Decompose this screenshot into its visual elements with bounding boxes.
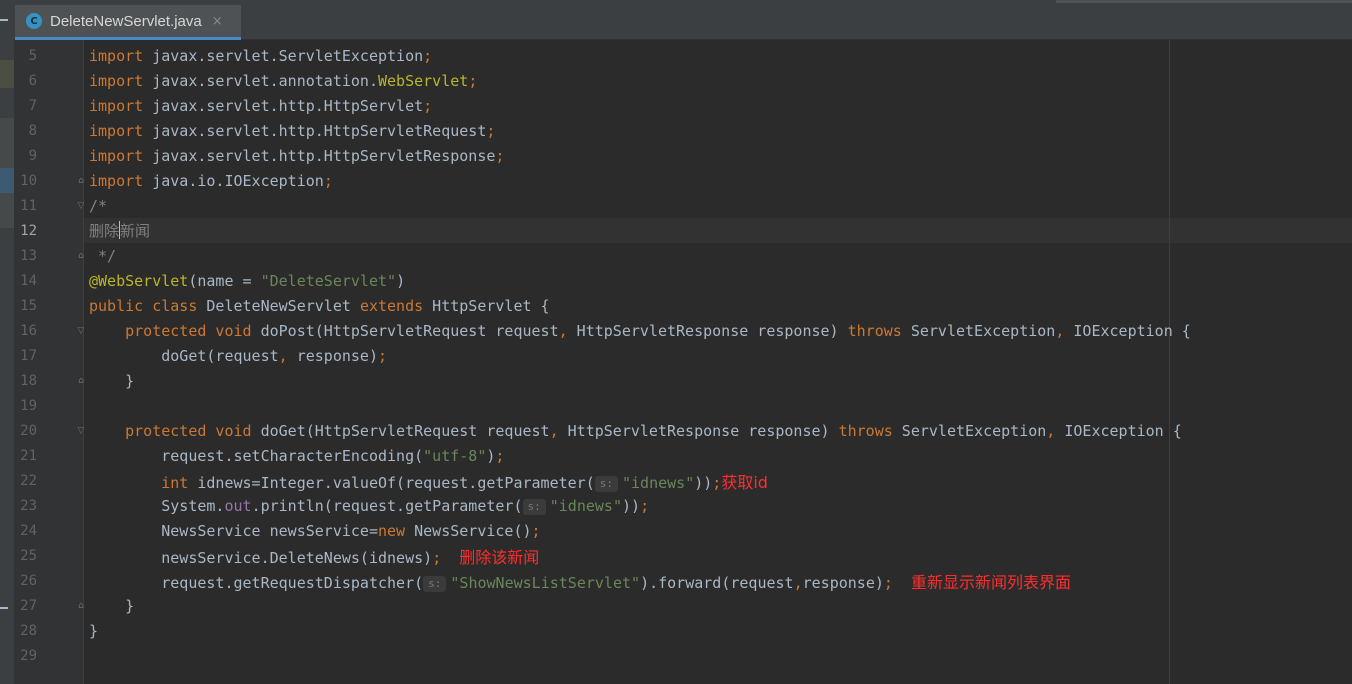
line-number: 10: [20, 173, 37, 189]
code-line-5: import javax.servlet.ServletException;: [89, 47, 433, 65]
code-editor[interactable]: import javax.servlet.ServletException; i…: [84, 40, 1352, 684]
code-line-25: newsService.DeleteNews(idnews); 删除该新闻: [161, 548, 540, 567]
note-delete-news: 删除该新闻: [459, 548, 540, 567]
code-line-20: protected void doGet(HttpServletRequest …: [125, 422, 1182, 440]
line-number: 5: [28, 48, 37, 64]
line-number: 22: [20, 473, 37, 489]
change-marker: [0, 193, 14, 228]
line-number: 19: [20, 398, 37, 414]
tab-delete-new-servlet[interactable]: C DeleteNewServlet.java ×: [15, 5, 241, 40]
change-marker: [0, 118, 14, 168]
line-number: 20: [20, 423, 37, 439]
param-hint: s:: [522, 499, 546, 515]
ide-window: C DeleteNewServlet.java × 5 6 7 8 9 10 1…: [0, 0, 1352, 684]
tab-bar-corner: [1056, 0, 1352, 3]
line-number: 14: [20, 273, 37, 289]
code-line-27: }: [125, 597, 135, 615]
code-line-22: int idnews=Integer.valueOf(request.getPa…: [161, 473, 768, 492]
line-number: 21: [20, 448, 37, 464]
line-number: 6: [28, 73, 37, 89]
line-number-current: 12: [20, 223, 37, 239]
code-line-17: doGet(request, response);: [161, 347, 388, 365]
line-number: 8: [28, 123, 37, 139]
code-line-24: NewsService newsService=new NewsService(…: [161, 522, 541, 540]
code-line-13: */: [89, 247, 117, 265]
change-marker: [0, 168, 14, 193]
line-number: 17: [20, 348, 37, 364]
line-number: 9: [28, 148, 37, 164]
code-line-11: /*: [89, 197, 108, 215]
line-number: 24: [20, 523, 37, 539]
code-line-6: import javax.servlet.annotation.WebServl…: [89, 72, 478, 90]
line-number: 16: [20, 323, 37, 339]
line-number: 15: [20, 298, 37, 314]
note-get-id: 获取id: [721, 473, 768, 492]
line-number-gutter: 5 6 7 8 9 10 11 12 13 14 15 16 17 18 19 …: [14, 40, 84, 684]
tab-label: DeleteNewServlet.java: [50, 12, 202, 30]
param-hint: s:: [594, 476, 618, 492]
code-line-26: request.getRequestDispatcher(s: "ShowNews…: [161, 573, 1072, 592]
line-number: 26: [20, 573, 37, 589]
code-line-28: }: [89, 622, 99, 640]
change-marker: [0, 60, 14, 88]
code-line-21: request.setCharacterEncoding("utf-8");: [161, 447, 505, 465]
line-number: 13: [20, 248, 37, 264]
line-number: 25: [20, 548, 37, 564]
code-line-23: System.out.println(request.getParameter(…: [161, 497, 650, 515]
line-number: 28: [20, 623, 37, 639]
code-line-10: import java.io.IOException;: [89, 172, 333, 190]
line-number: 7: [28, 98, 37, 114]
code-line-14: @WebServlet(name = "DeleteServlet"): [89, 272, 406, 290]
caret-row-highlight: [84, 218, 1352, 243]
strip-marker: [0, 607, 8, 609]
java-class-icon: C: [26, 13, 42, 29]
param-hint: s:: [423, 576, 447, 592]
code-line-7: import javax.servlet.http.HttpServlet;: [89, 97, 433, 115]
code-line-16: protected void doPost(HttpServletRequest…: [125, 322, 1191, 340]
editor-tab-bar: C DeleteNewServlet.java ×: [14, 0, 1352, 40]
line-number: 11: [20, 198, 37, 214]
code-line-18: }: [125, 372, 135, 390]
code-line-15: public class DeleteNewServlet extends Ht…: [89, 297, 550, 315]
note-redisplay: 重新显示新闻列表界面: [911, 573, 1072, 592]
code-line-8: import javax.servlet.http.HttpServletReq…: [89, 122, 496, 140]
line-number: 29: [20, 648, 37, 664]
code-line-9: import javax.servlet.http.HttpServletRes…: [89, 147, 505, 165]
tool-window-strip: [0, 0, 15, 684]
close-icon[interactable]: ×: [212, 14, 223, 29]
code-line-12: 删除新闻: [89, 221, 151, 240]
line-number: 27: [20, 598, 37, 614]
line-number: 23: [20, 498, 37, 514]
strip-marker: [0, 19, 8, 21]
right-margin-guide: [1169, 40, 1170, 684]
line-number: 18: [20, 373, 37, 389]
